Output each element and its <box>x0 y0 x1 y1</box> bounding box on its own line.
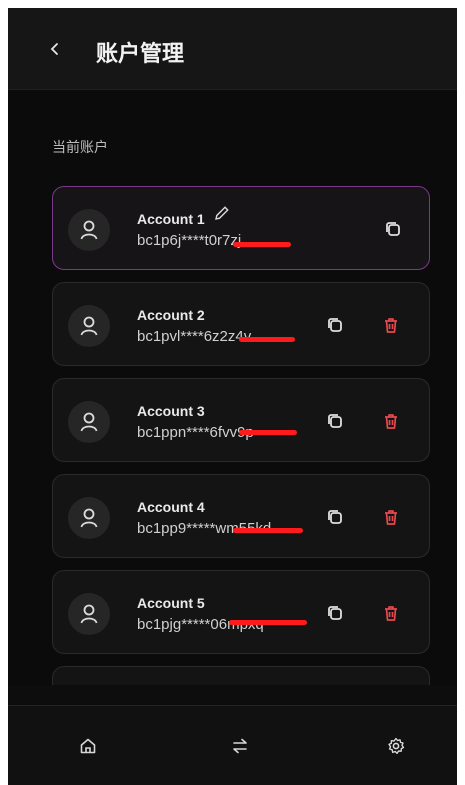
account-name: Account 1 <box>137 211 205 227</box>
avatar <box>68 209 110 251</box>
copy-icon[interactable] <box>325 603 345 623</box>
trash-icon[interactable] <box>381 507 401 527</box>
account-card-6[interactable] <box>52 666 430 685</box>
user-icon <box>80 316 98 336</box>
bottom-nav <box>8 705 457 785</box>
trash-icon[interactable] <box>381 603 401 623</box>
user-icon <box>80 508 98 528</box>
account-card-4[interactable]: Account 4 bc1pp9*****wm55kd <box>52 474 430 558</box>
page-title: 账户管理 <box>96 42 185 67</box>
account-card-3[interactable]: Account 3 bc1ppn****6fvv9p <box>52 378 430 462</box>
account-card-5[interactable]: Account 5 bc1pjg*****06mpxq <box>52 570 430 654</box>
account-name: Account 5 <box>137 595 205 611</box>
swap-icon[interactable] <box>230 736 250 756</box>
header: 账户管理 <box>8 8 457 90</box>
account-name: Account 4 <box>137 499 205 515</box>
copy-icon[interactable] <box>325 507 345 527</box>
redaction-mark <box>239 337 295 342</box>
avatar <box>68 593 110 635</box>
redaction-mark <box>233 242 291 247</box>
account-name: Account 2 <box>137 307 205 323</box>
user-icon <box>80 604 98 624</box>
account-name: Account 3 <box>137 403 205 419</box>
pencil-icon[interactable] <box>213 204 231 222</box>
copy-icon[interactable] <box>325 315 345 335</box>
account-card-2[interactable]: Account 2 bc1pvl****6z2z4v <box>52 282 430 366</box>
copy-icon[interactable] <box>383 219 403 239</box>
home-icon[interactable] <box>78 736 98 756</box>
redaction-mark <box>233 528 303 533</box>
chevron-left-icon <box>50 43 58 55</box>
redaction-mark <box>229 620 307 625</box>
app-frame: 账户管理 当前账户 Account 1 bc1p6j****t0r7zj Acc… <box>8 8 457 785</box>
account-address: bc1pvl****6z2z4v <box>137 328 252 345</box>
user-icon <box>80 220 98 240</box>
redaction-mark <box>239 430 297 435</box>
section-label: 当前账户 <box>52 140 108 156</box>
trash-icon[interactable] <box>381 411 401 431</box>
copy-icon[interactable] <box>325 411 345 431</box>
avatar <box>68 305 110 347</box>
trash-icon[interactable] <box>381 315 401 335</box>
avatar <box>68 497 110 539</box>
user-icon <box>80 412 98 432</box>
avatar <box>68 401 110 443</box>
account-card-1[interactable]: Account 1 bc1p6j****t0r7zj <box>52 186 430 270</box>
account-list[interactable]: 当前账户 Account 1 bc1p6j****t0r7zj Account … <box>8 90 457 685</box>
account-address: bc1ppn****6fvv9p <box>137 424 254 441</box>
back-button[interactable] <box>44 38 66 60</box>
gear-icon[interactable] <box>386 736 406 756</box>
account-address: bc1p6j****t0r7zj <box>137 232 242 249</box>
